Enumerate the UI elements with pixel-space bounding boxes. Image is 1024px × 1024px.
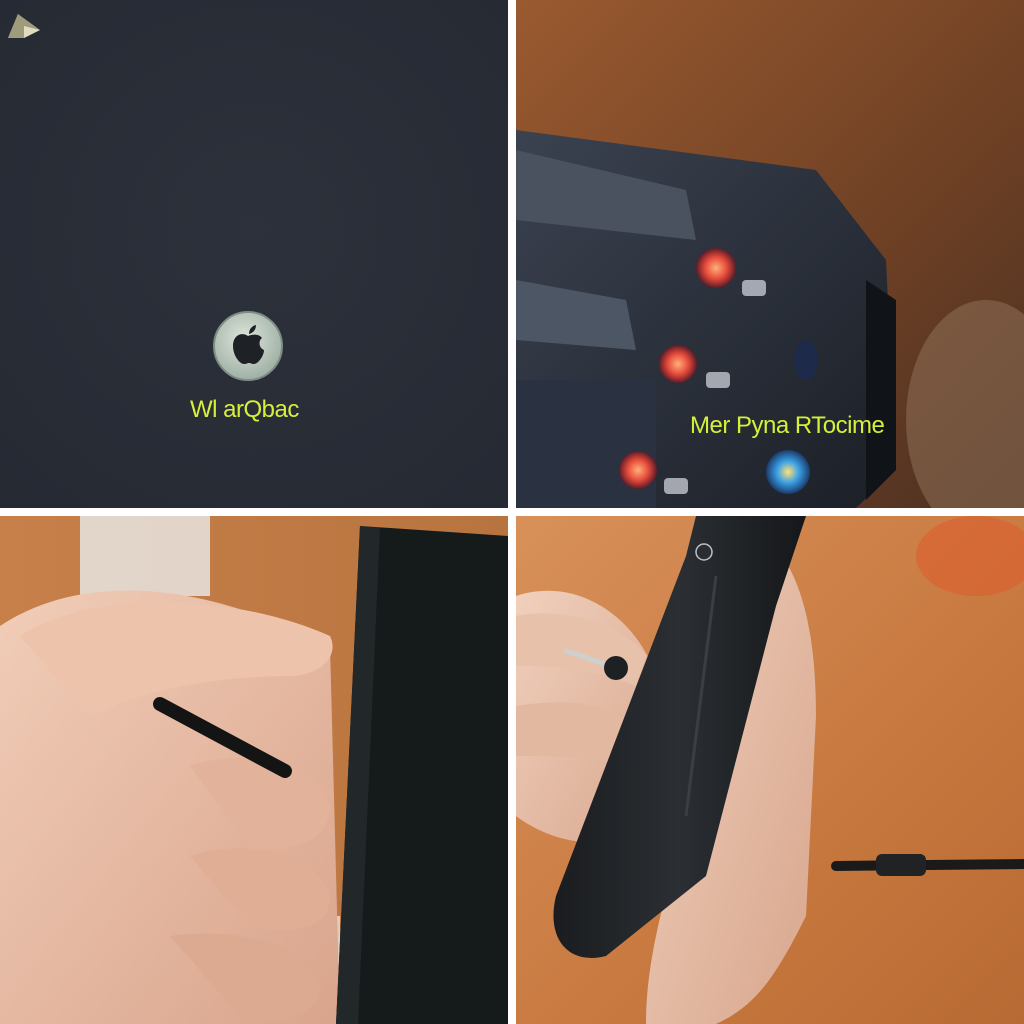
- hand-controller-scene: [516, 516, 1024, 1024]
- device-caption: Mer Pyna RTocime: [690, 412, 885, 439]
- apple-logo-icon: [213, 311, 283, 381]
- panel-device-closeup: Mer Pyna RTocime: [516, 0, 1024, 508]
- dark-screen-background: [0, 0, 508, 508]
- screen-caption: Wl arQbac: [190, 396, 299, 423]
- panel-hand-cable: [0, 516, 508, 1024]
- panel-dark-screen: Wl arQbac: [0, 0, 508, 508]
- leaf-mark-icon: [8, 14, 40, 38]
- hand-cable-scene: [0, 516, 508, 1024]
- panel-hand-controller: [516, 516, 1024, 1024]
